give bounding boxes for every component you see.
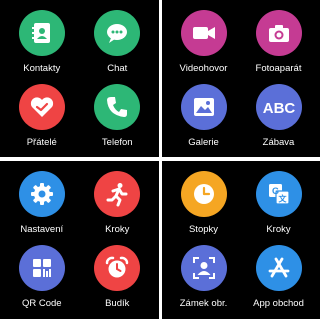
app-label: Nastavení [20, 224, 64, 235]
app-videohovor[interactable]: Videohovor [166, 6, 241, 80]
app-label: Galerie [188, 136, 219, 148]
app-label: Fotoaparát [255, 63, 302, 74]
qr-code-icon [18, 245, 65, 291]
app-label: Kroky [266, 224, 291, 235]
app-galerie[interactable]: Galerie [166, 80, 241, 154]
app-pratele[interactable]: Přátelé [4, 80, 80, 154]
translate-icon: G 文 [255, 171, 302, 217]
alarm-clock-icon [94, 245, 141, 291]
app-chat[interactable]: Chat [80, 6, 156, 80]
app-label: Kontakty [23, 63, 61, 74]
app-label: Chat [107, 63, 128, 74]
app-telefon[interactable]: Telefon [80, 80, 156, 154]
camera-icon [255, 10, 302, 56]
app-label: Zábava [262, 136, 295, 148]
home-screen-3: Nastavení Kroky QR Code Budík [0, 161, 159, 319]
app-label: Videohovor [179, 63, 228, 74]
video-camera-icon [180, 10, 227, 56]
gallery-icon [180, 83, 227, 130]
app-nastaveni[interactable]: Nastavení [4, 167, 80, 241]
home-screen-2: Videohovor Fotoaparát Galerie ABC Zábava [162, 0, 320, 157]
app-label: Telefon [101, 136, 133, 148]
app-fotoaparat[interactable]: Fotoaparát [241, 6, 316, 80]
svg-text:文: 文 [278, 194, 287, 204]
app-zamek-obr[interactable]: Zámek obr. [166, 241, 241, 315]
app-kroky-translate[interactable]: G 文 Kroky [241, 167, 316, 241]
app-kroky[interactable]: Kroky [80, 167, 156, 241]
app-label: Zámek obr. [179, 298, 228, 309]
app-store-icon [255, 245, 302, 291]
app-label: Kroky [105, 224, 130, 235]
running-icon [94, 171, 141, 217]
gear-icon [18, 171, 65, 217]
app-budik[interactable]: Budík [80, 241, 156, 315]
app-qr-code[interactable]: QR Code [4, 241, 80, 315]
contacts-icon [18, 10, 65, 56]
app-kontakty[interactable]: Kontakty [4, 6, 80, 80]
home-screen-1: Kontakty Chat Přátelé Telefon [0, 0, 159, 157]
app-label: App obchod [253, 298, 304, 309]
friends-heart-icon [18, 83, 65, 130]
app-label: Stopky [188, 224, 219, 235]
app-label: Budík [105, 298, 130, 309]
abc-icon: ABC [255, 83, 302, 130]
stopwatch-icon [180, 171, 227, 217]
home-screen-4: Stopky G 文 Kroky Zámek obr. App obchod [162, 161, 320, 319]
screen-lock-icon [180, 245, 227, 291]
app-stopky[interactable]: Stopky [166, 167, 241, 241]
svg-text:ABC: ABC [262, 100, 295, 117]
app-label: Přátelé [26, 136, 57, 148]
app-app-obchod[interactable]: App obchod [241, 241, 316, 315]
app-label: QR Code [21, 298, 62, 309]
chat-icon [94, 10, 141, 56]
phone-icon [94, 83, 141, 130]
app-zabava[interactable]: ABC Zábava [241, 80, 316, 154]
